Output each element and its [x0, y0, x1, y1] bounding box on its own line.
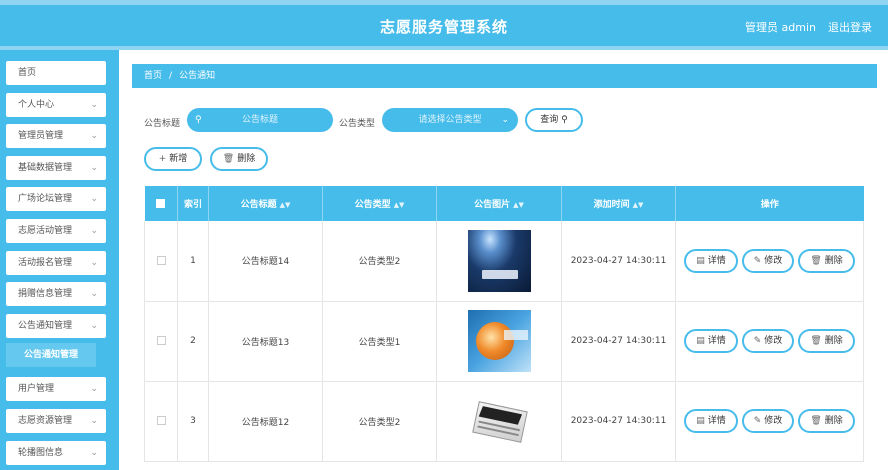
sidebar-item[interactable]: 公告通知管理 ⌄ — [6, 314, 106, 338]
trash-icon: 🗑 — [222, 154, 235, 164]
trash-icon: 🗑 — [810, 416, 822, 426]
cell-index: 3 — [177, 381, 209, 462]
query-button[interactable]: 查询 ⚲ — [525, 108, 583, 132]
trash-icon: 🗑 — [810, 336, 822, 346]
detail-button[interactable]: ▤ 详情 — [684, 329, 738, 353]
chevron-down-icon: ⌄ — [90, 416, 98, 426]
spotlight-news-image[interactable] — [467, 229, 531, 292]
row-checkbox[interactable] — [156, 255, 166, 265]
batch-delete-button[interactable]: 🗑 删除 — [210, 147, 268, 171]
header-time[interactable]: 添加时间 ▲▼ — [561, 186, 676, 221]
table-row: 3 公告标题12 公告类型2 2023-04-27 14:30:11 ▤ 详情 ✎ 修改 🗑 删除 — [144, 381, 864, 462]
pencil-icon: ✎ — [753, 336, 762, 346]
breadcrumb-current: 公告通知 — [179, 71, 216, 81]
newspaper-image[interactable] — [467, 390, 531, 452]
chevron-down-icon: ⌄ — [501, 115, 509, 125]
cell-time: 2023-04-27 14:30:11 — [561, 221, 676, 302]
document-icon: ▤ — [696, 255, 705, 266]
breadcrumb-separator: / — [169, 71, 173, 81]
row-checkbox[interactable] — [156, 416, 166, 425]
chevron-down-icon: ⌄ — [90, 258, 98, 268]
detail-button[interactable]: ▤ 详情 — [684, 409, 738, 433]
cell-time: 2023-04-27 14:30:11 — [561, 381, 676, 462]
sidebar-item[interactable]: 用户管理 ⌄ — [6, 377, 106, 401]
cell-index: 2 — [177, 301, 209, 382]
search-icon: ⚲ — [195, 115, 202, 125]
sidebar-item[interactable]: 基础数据管理 ⌄ — [6, 156, 106, 180]
chevron-down-icon: ⌄ — [90, 289, 98, 299]
row-checkbox[interactable] — [156, 336, 166, 345]
table-row: 1 公告标题14 公告类型2 2023-04-27 14:30:11 ▤ 详情 ✎ 修改 🗑 删除 — [144, 221, 864, 302]
sidebar-subitem-active[interactable]: 公告通知管理 — [6, 343, 96, 367]
cell-title: 公告标题13 — [208, 301, 323, 382]
chevron-down-icon: ⌄ — [90, 321, 98, 331]
sidebar-item[interactable]: 捐赠信息管理 ⌄ — [6, 282, 106, 306]
header-strip — [0, 46, 888, 50]
chevron-down-icon: ⌄ — [90, 163, 98, 173]
sort-icon: ▲▼ — [632, 201, 644, 209]
logout-link[interactable]: 退出登录 — [828, 19, 872, 35]
sidebar-item[interactable]: 管理员管理 ⌄ — [6, 124, 106, 148]
trash-icon: 🗑 — [810, 255, 822, 266]
header-ops: 操作 — [675, 186, 864, 221]
sort-icon: ▲▼ — [513, 201, 524, 209]
add-button[interactable]: + 新增 — [144, 147, 202, 171]
plus-icon: + — [158, 154, 167, 164]
chevron-down-icon: ⌄ — [90, 194, 98, 204]
admin-label: 管理员 admin — [745, 21, 816, 34]
sidebar-item[interactable]: 轮播图信息 ⌄ — [6, 441, 106, 465]
chevron-down-icon: ⌄ — [90, 384, 98, 394]
chevron-down-icon: ⌄ — [90, 448, 98, 458]
search-title-input[interactable]: ⚲ 公告标题 — [187, 108, 333, 132]
chevron-down-icon: ⌄ — [90, 131, 98, 141]
sort-icon: ▲▼ — [279, 201, 291, 209]
document-icon: ▤ — [696, 416, 705, 426]
breadcrumb-home[interactable]: 首页 — [144, 71, 162, 81]
search-type-label: 公告类型 — [339, 119, 376, 129]
delete-button[interactable]: 🗑 删除 — [798, 248, 855, 273]
search-title-label: 公告标题 — [144, 119, 181, 129]
pencil-icon: ✎ — [753, 416, 762, 426]
search-icon: ⚲ — [561, 115, 568, 125]
cell-time: 2023-04-27 14:30:11 — [561, 301, 676, 382]
detail-button[interactable]: ▤ 详情 — [684, 248, 738, 273]
edit-button[interactable]: ✎ 修改 — [741, 248, 795, 273]
chevron-down-icon: ⌄ — [90, 226, 98, 236]
sidebar: 首页个人中心 ⌄ 管理员管理 ⌄ 基础数据管理 ⌄ 广场论坛管理 ⌄ 志愿活动管理 ⌄ 活动报名管理… — [0, 50, 119, 470]
sidebar-item[interactable]: 首页 — [6, 61, 106, 85]
breadcrumb: 首页 / 公告通知 — [132, 64, 877, 88]
cell-index: 1 — [177, 221, 209, 302]
search-type-select[interactable]: 请选择公告类型 ⌄ — [382, 108, 518, 132]
sidebar-item[interactable]: 志愿资源管理 ⌄ — [6, 409, 106, 433]
sidebar-item[interactable]: 个人中心 ⌄ — [6, 93, 106, 117]
sidebar-item[interactable]: 志愿活动管理 ⌄ — [6, 219, 106, 243]
delete-button[interactable]: 🗑 删除 — [798, 329, 855, 353]
header-image[interactable]: 公告图片 ▲▼ — [436, 186, 562, 221]
delete-button[interactable]: 🗑 删除 — [798, 409, 855, 433]
header-type[interactable]: 公告类型 ▲▼ — [322, 186, 437, 221]
header-title[interactable]: 公告标题 ▲▼ — [208, 186, 323, 221]
sidebar-item[interactable]: 活动报名管理 ⌄ — [6, 251, 106, 275]
top-header: 志愿服务管理系统 管理员 admin 退出登录 — [0, 0, 888, 46]
sort-icon: ▲▼ — [393, 201, 405, 209]
header-index: 索引 — [177, 186, 209, 221]
select-all-header — [144, 186, 178, 221]
cell-type: 公告类型2 — [322, 381, 437, 462]
document-icon: ▤ — [696, 336, 705, 346]
pencil-icon: ✎ — [753, 255, 762, 266]
cell-type: 公告类型2 — [322, 221, 437, 302]
globe-news-image[interactable] — [467, 310, 531, 372]
cell-type: 公告类型1 — [322, 301, 437, 382]
edit-button[interactable]: ✎ 修改 — [741, 329, 795, 353]
sidebar-item[interactable]: 广场论坛管理 ⌄ — [6, 187, 106, 211]
cell-title: 公告标题14 — [208, 221, 323, 302]
notice-table: 索引 公告标题 ▲▼ 公告类型 ▲▼ 公告图片 ▲▼ 添加时间 ▲▼ 操作 1 公告标题1… — [144, 186, 864, 462]
chevron-down-icon: ⌄ — [90, 100, 98, 110]
table-row: 2 公告标题13 公告类型1 2023-04-27 14:30:11 ▤ 详情 ✎ 修改 🗑 删除 — [144, 301, 864, 382]
select-all-checkbox[interactable] — [156, 198, 166, 208]
edit-button[interactable]: ✎ 修改 — [741, 409, 795, 433]
cell-title: 公告标题12 — [208, 381, 323, 462]
